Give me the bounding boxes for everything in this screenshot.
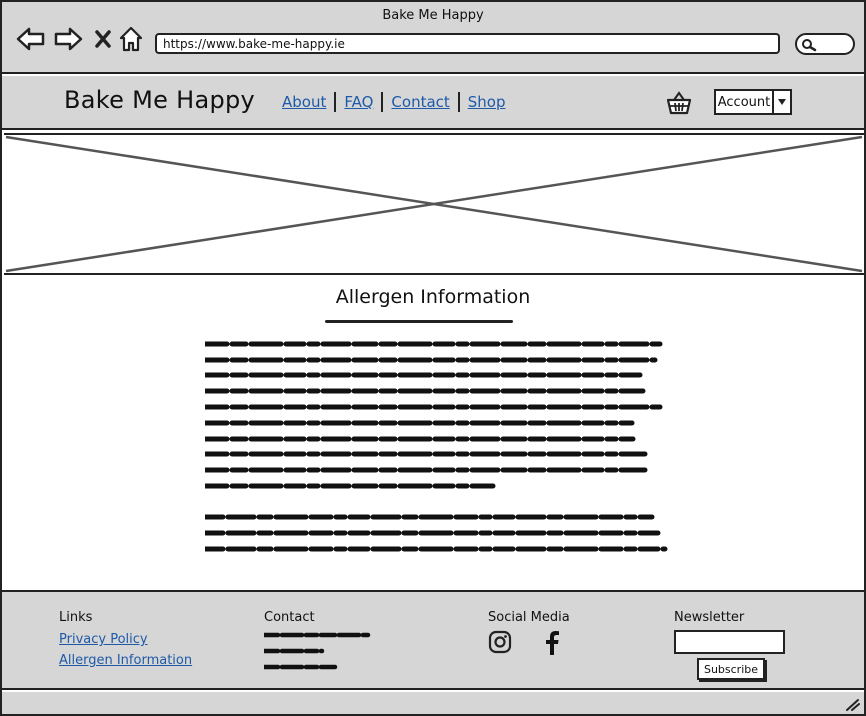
nav-divider [457,92,460,112]
account-label: Account [717,94,771,110]
subscribe-button[interactable]: Subscribe [697,658,765,680]
account-dropdown[interactable]: Account [714,89,792,115]
back-arrow-icon[interactable] [16,24,46,54]
footer-social-heading: Social Media [488,610,570,625]
browser-window: Bake Me Happy https://www.bake-me-happy.… [0,0,866,716]
window-title: Bake Me Happy [382,8,484,23]
allergen-information-link[interactable]: Allergen Information [59,653,192,668]
hero-image-placeholder [4,133,864,275]
browser-status-bar [2,692,864,714]
resize-handle-icon[interactable] [844,697,860,711]
nav-link-about[interactable]: About [282,93,326,111]
newsletter-email-input[interactable] [674,630,785,654]
nav-divider [334,92,337,112]
basket-icon[interactable] [666,90,692,116]
title-underline [325,320,513,323]
footer-contact-heading: Contact [264,610,315,625]
body-paragraph-1 [205,341,663,489]
site-footer: Links Privacy Policy Allergen Informatio… [2,590,864,690]
browser-search-field[interactable] [795,33,855,55]
body-paragraph-2 [205,514,668,552]
url-input[interactable]: https://www.bake-me-happy.ie [155,33,780,54]
footer-newsletter-heading: Newsletter [674,610,745,625]
contact-details-text [264,632,371,670]
nav-link-faq[interactable]: FAQ [344,93,373,111]
browser-toolbar: Bake Me Happy https://www.bake-me-happy.… [2,2,864,74]
nav-link-shop[interactable]: Shop [468,93,506,111]
search-icon [802,39,817,52]
page-title: Allergen Information [335,286,531,308]
site-logo[interactable]: Bake Me Happy [64,86,255,114]
forward-arrow-icon[interactable] [53,24,83,54]
footer-links-heading: Links [59,610,93,625]
privacy-policy-link[interactable]: Privacy Policy [59,632,148,647]
nav-link-contact[interactable]: Contact [391,93,449,111]
nav-divider [381,92,384,112]
site-header: Bake Me Happy About FAQ Contact Shop Acc… [2,76,864,130]
main-nav: About FAQ Contact Shop [282,92,506,112]
close-icon[interactable] [88,24,118,54]
chevron-down-icon[interactable] [772,91,790,113]
facebook-icon[interactable] [540,630,564,655]
instagram-icon[interactable] [488,630,512,654]
home-icon[interactable] [116,24,146,54]
